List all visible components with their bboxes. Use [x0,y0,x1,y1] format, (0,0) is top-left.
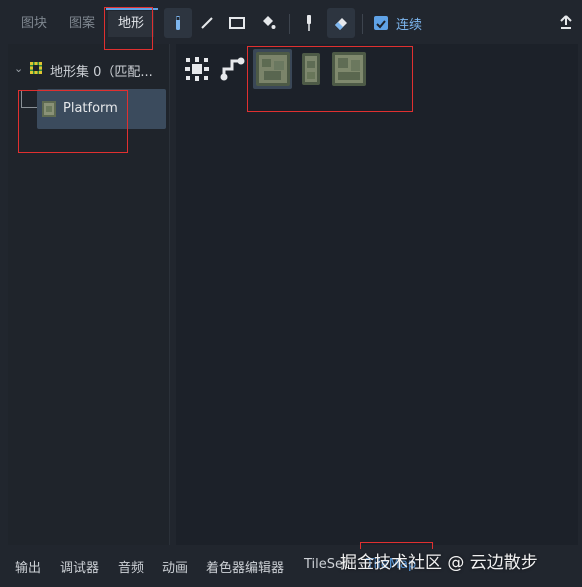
rectangle-icon [229,17,245,29]
tab-shader-editor[interactable]: 着色器编辑器 [206,557,284,576]
path-mode-icon [220,57,245,81]
eraser-icon [335,18,347,30]
chevron-down-icon[interactable]: ⌄ [14,62,23,75]
connect-mode-button[interactable] [183,55,211,87]
terrain-set-row[interactable]: ⌄ [14,61,23,76]
connect-mode-icon [185,57,209,81]
bucket-fill-icon [263,16,276,29]
picker-icon [307,15,311,31]
continuous-label[interactable]: 连续 [396,14,422,33]
path-mode-button[interactable] [218,55,246,87]
bucket-fill-tool-button[interactable] [254,8,282,38]
checkmark-icon [376,20,386,29]
select-pointer-icon [176,16,180,30]
tab-debugger[interactable]: 调试器 [60,557,99,576]
tab-animation[interactable]: 动画 [162,557,188,576]
highlight-platform-item [18,90,128,153]
tab-patterns[interactable]: 图案 [60,11,104,37]
line-tool-button[interactable] [193,8,221,38]
rectangle-tool-button[interactable] [223,8,251,38]
terrain-set-label[interactable]: 地形集 0（匹配... [50,61,153,80]
toolbar-separator [362,14,363,34]
highlight-terrains-tab [104,7,153,50]
tilemap-toolbar: 图块 图案 地形 连续 [0,0,582,44]
move-panel-up-button[interactable] [559,14,573,34]
terrain-tiles-panel [176,44,578,545]
highlight-tiles [247,46,413,112]
picker-tool-button[interactable] [295,8,323,38]
line-icon [201,17,213,29]
toolbar-separator [289,14,290,34]
watermark: 掘金技术社区 @ 云边散步 [340,553,538,573]
tab-audio[interactable]: 音频 [118,557,144,576]
eraser-tool-button[interactable] [327,8,355,38]
tab-tiles[interactable]: 图块 [12,11,56,37]
arrow-up-bar-icon [560,15,572,29]
select-tool-button[interactable] [164,8,192,38]
terrain-set-icon [30,62,42,74]
tab-output[interactable]: 输出 [15,557,41,576]
continuous-checkbox[interactable] [374,16,388,30]
